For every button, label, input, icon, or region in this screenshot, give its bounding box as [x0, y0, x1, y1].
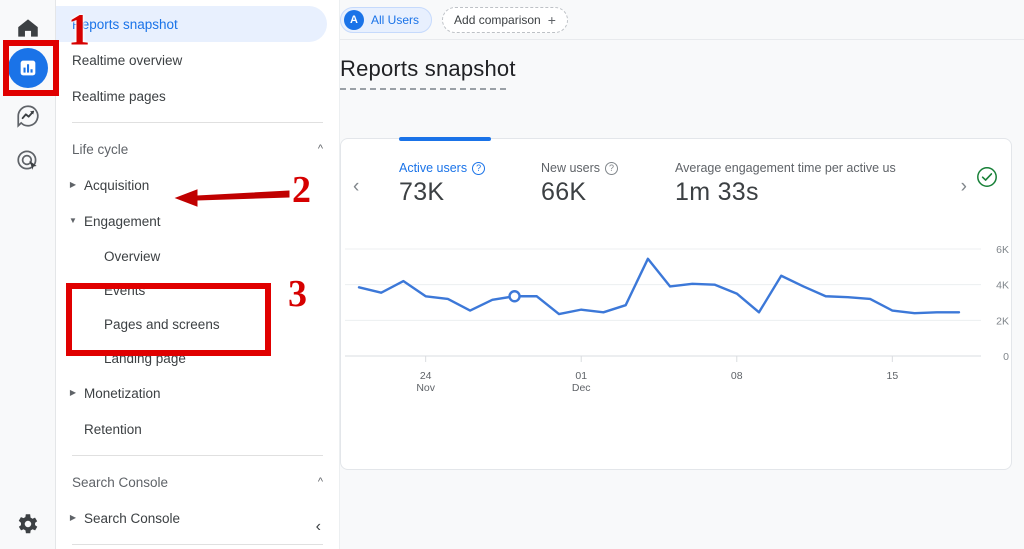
sidebar-item-label: Monetization	[84, 385, 161, 401]
sidebar-item-label: Landing page	[104, 350, 186, 366]
sidebar-item-realtime-overview[interactable]: Realtime overview	[56, 42, 339, 78]
metric-new-users[interactable]: New users ? 66K	[541, 161, 619, 207]
sidebar-item-label: Pages and screens	[104, 316, 220, 332]
all-users-chip[interactable]: A All Users	[340, 6, 433, 33]
advertising-target-icon	[15, 147, 41, 173]
card-prev-button[interactable]: ‹	[353, 177, 359, 196]
x-axis-tick-label: 24	[420, 370, 432, 382]
rail-item-explore[interactable]	[0, 92, 56, 140]
sidebar-item-reports-snapshot[interactable]: Reports snapshot	[56, 6, 327, 42]
metric-active-users[interactable]: Active users ? 73K	[399, 161, 486, 207]
metric-label-text: Average engagement time per active us	[675, 161, 896, 175]
sidebar-item-label: Acquisition	[84, 177, 150, 193]
sidebar-item-events[interactable]: Events	[56, 273, 339, 307]
reports-bar-chart-icon	[8, 48, 48, 88]
help-icon[interactable]: ?	[472, 161, 486, 175]
sidebar-section-label: Life cycle	[72, 141, 129, 157]
sidebar-item-label: Engagement	[84, 213, 161, 229]
active-users-line-chart[interactable]: 0 2K 4K 6K 24 Nov 01 Dec 08 15	[341, 235, 1013, 435]
sidebar-section-label: Search Console	[72, 474, 169, 490]
x-axis-tick-sublabel: Nov	[416, 382, 435, 394]
rail-item-advertising[interactable]	[0, 136, 56, 184]
sidebar-item-pages-and-screens[interactable]: Pages and screens	[56, 307, 339, 341]
sidebar-item-search-console[interactable]: ▶ Search Console	[56, 500, 339, 536]
nav-divider	[72, 455, 323, 456]
add-comparison-label: Add comparison	[454, 12, 541, 27]
x-axis-tick-label: 01	[575, 370, 587, 382]
metric-label: New users ?	[541, 161, 619, 175]
sidebar-item-acquisition[interactable]: ▶ Acquisition	[56, 167, 339, 203]
google-analytics-screen: Reports snapshot Realtime overview Realt…	[0, 0, 1024, 549]
sidebar-item-monetization[interactable]: ▶ Monetization	[56, 375, 339, 411]
home-icon	[15, 15, 41, 41]
sidebar-item-label: Realtime overview	[72, 52, 183, 68]
icon-rail	[0, 0, 56, 549]
main-content: A All Users Add comparison + Reports sna…	[340, 0, 1024, 549]
sidebar-nav: Reports snapshot Realtime overview Realt…	[56, 0, 340, 549]
gear-icon[interactable]	[14, 511, 40, 537]
page-title: Reports snapshot	[340, 56, 516, 81]
chevron-right-icon: ▶	[69, 513, 77, 522]
y-axis-tick-label: 4K	[996, 280, 1009, 292]
metric-label: Active users ?	[399, 161, 486, 175]
x-axis-tick-label: 15	[886, 370, 898, 382]
chevron-up-icon: ^	[317, 143, 323, 155]
sidebar-section-search-console[interactable]: Search Console ^	[56, 464, 339, 500]
sidebar-item-label: Reports snapshot	[72, 16, 178, 32]
chart-highlight-point[interactable]	[508, 290, 521, 303]
metric-avg-engagement-time[interactable]: Average engagement time per active us 1m…	[675, 161, 896, 207]
plus-icon: +	[547, 11, 556, 28]
y-axis-tick-label: 2K	[996, 315, 1009, 327]
x-axis-tick-label: 08	[731, 370, 743, 382]
all-users-label: All Users	[371, 12, 420, 27]
sidebar-item-label: Retention	[84, 421, 142, 437]
sidebar-item-landing-page[interactable]: Landing page	[56, 341, 339, 375]
metric-value: 1m 33s	[675, 178, 759, 206]
avatar: A	[344, 9, 364, 30]
sidebar-item-label: Events	[104, 282, 146, 298]
active-tab-indicator	[399, 137, 491, 141]
sidebar-item-realtime-pages[interactable]: Realtime pages	[56, 78, 339, 114]
rail-item-reports[interactable]	[0, 44, 56, 92]
sidebar-item-label: Search Console	[84, 510, 181, 526]
metric-value: 73K	[399, 178, 445, 206]
page-title-underline	[340, 88, 506, 90]
sidebar-item-label: Realtime pages	[72, 88, 166, 104]
collapse-nav-button[interactable]: ‹	[316, 519, 321, 535]
y-axis-tick-label: 6K	[996, 244, 1009, 256]
chart-series-line	[357, 257, 961, 316]
help-icon[interactable]: ?	[605, 161, 619, 175]
metric-label-text: New users	[541, 161, 601, 175]
comparison-toolbar: A All Users Add comparison +	[340, 0, 1024, 40]
sidebar-section-life-cycle[interactable]: Life cycle ^	[56, 131, 339, 167]
metric-label-text: Active users	[399, 161, 468, 175]
y-axis-tick-label: 0	[1003, 351, 1009, 363]
chevron-right-icon: ▶	[69, 388, 77, 397]
sidebar-item-label: Overview	[104, 248, 161, 264]
metric-value: 66K	[541, 178, 587, 206]
check-circle-icon[interactable]	[975, 165, 999, 189]
sidebar-item-overview[interactable]: Overview	[56, 239, 339, 273]
metric-label: Average engagement time per active us	[675, 161, 896, 175]
chart-svg: 0 2K 4K 6K 24Nov 01Dec 08 15	[345, 244, 1009, 394]
nav-divider	[72, 122, 323, 123]
x-axis-tick-sublabel: Dec	[572, 382, 591, 394]
add-comparison-button[interactable]: Add comparison +	[442, 6, 568, 33]
nav-divider	[72, 544, 323, 545]
chevron-right-icon: ▶	[69, 180, 77, 189]
sidebar-item-retention[interactable]: Retention	[56, 411, 339, 447]
sidebar-item-engagement[interactable]: ▼ Engagement	[56, 203, 339, 239]
overview-card: ‹ › Active users ? 73K New users ? 66K A…	[340, 137, 1013, 470]
card-next-button[interactable]: ›	[961, 177, 967, 196]
chevron-up-icon: ^	[317, 476, 323, 488]
explore-trend-icon	[15, 103, 41, 129]
chevron-down-icon: ▼	[69, 216, 77, 225]
